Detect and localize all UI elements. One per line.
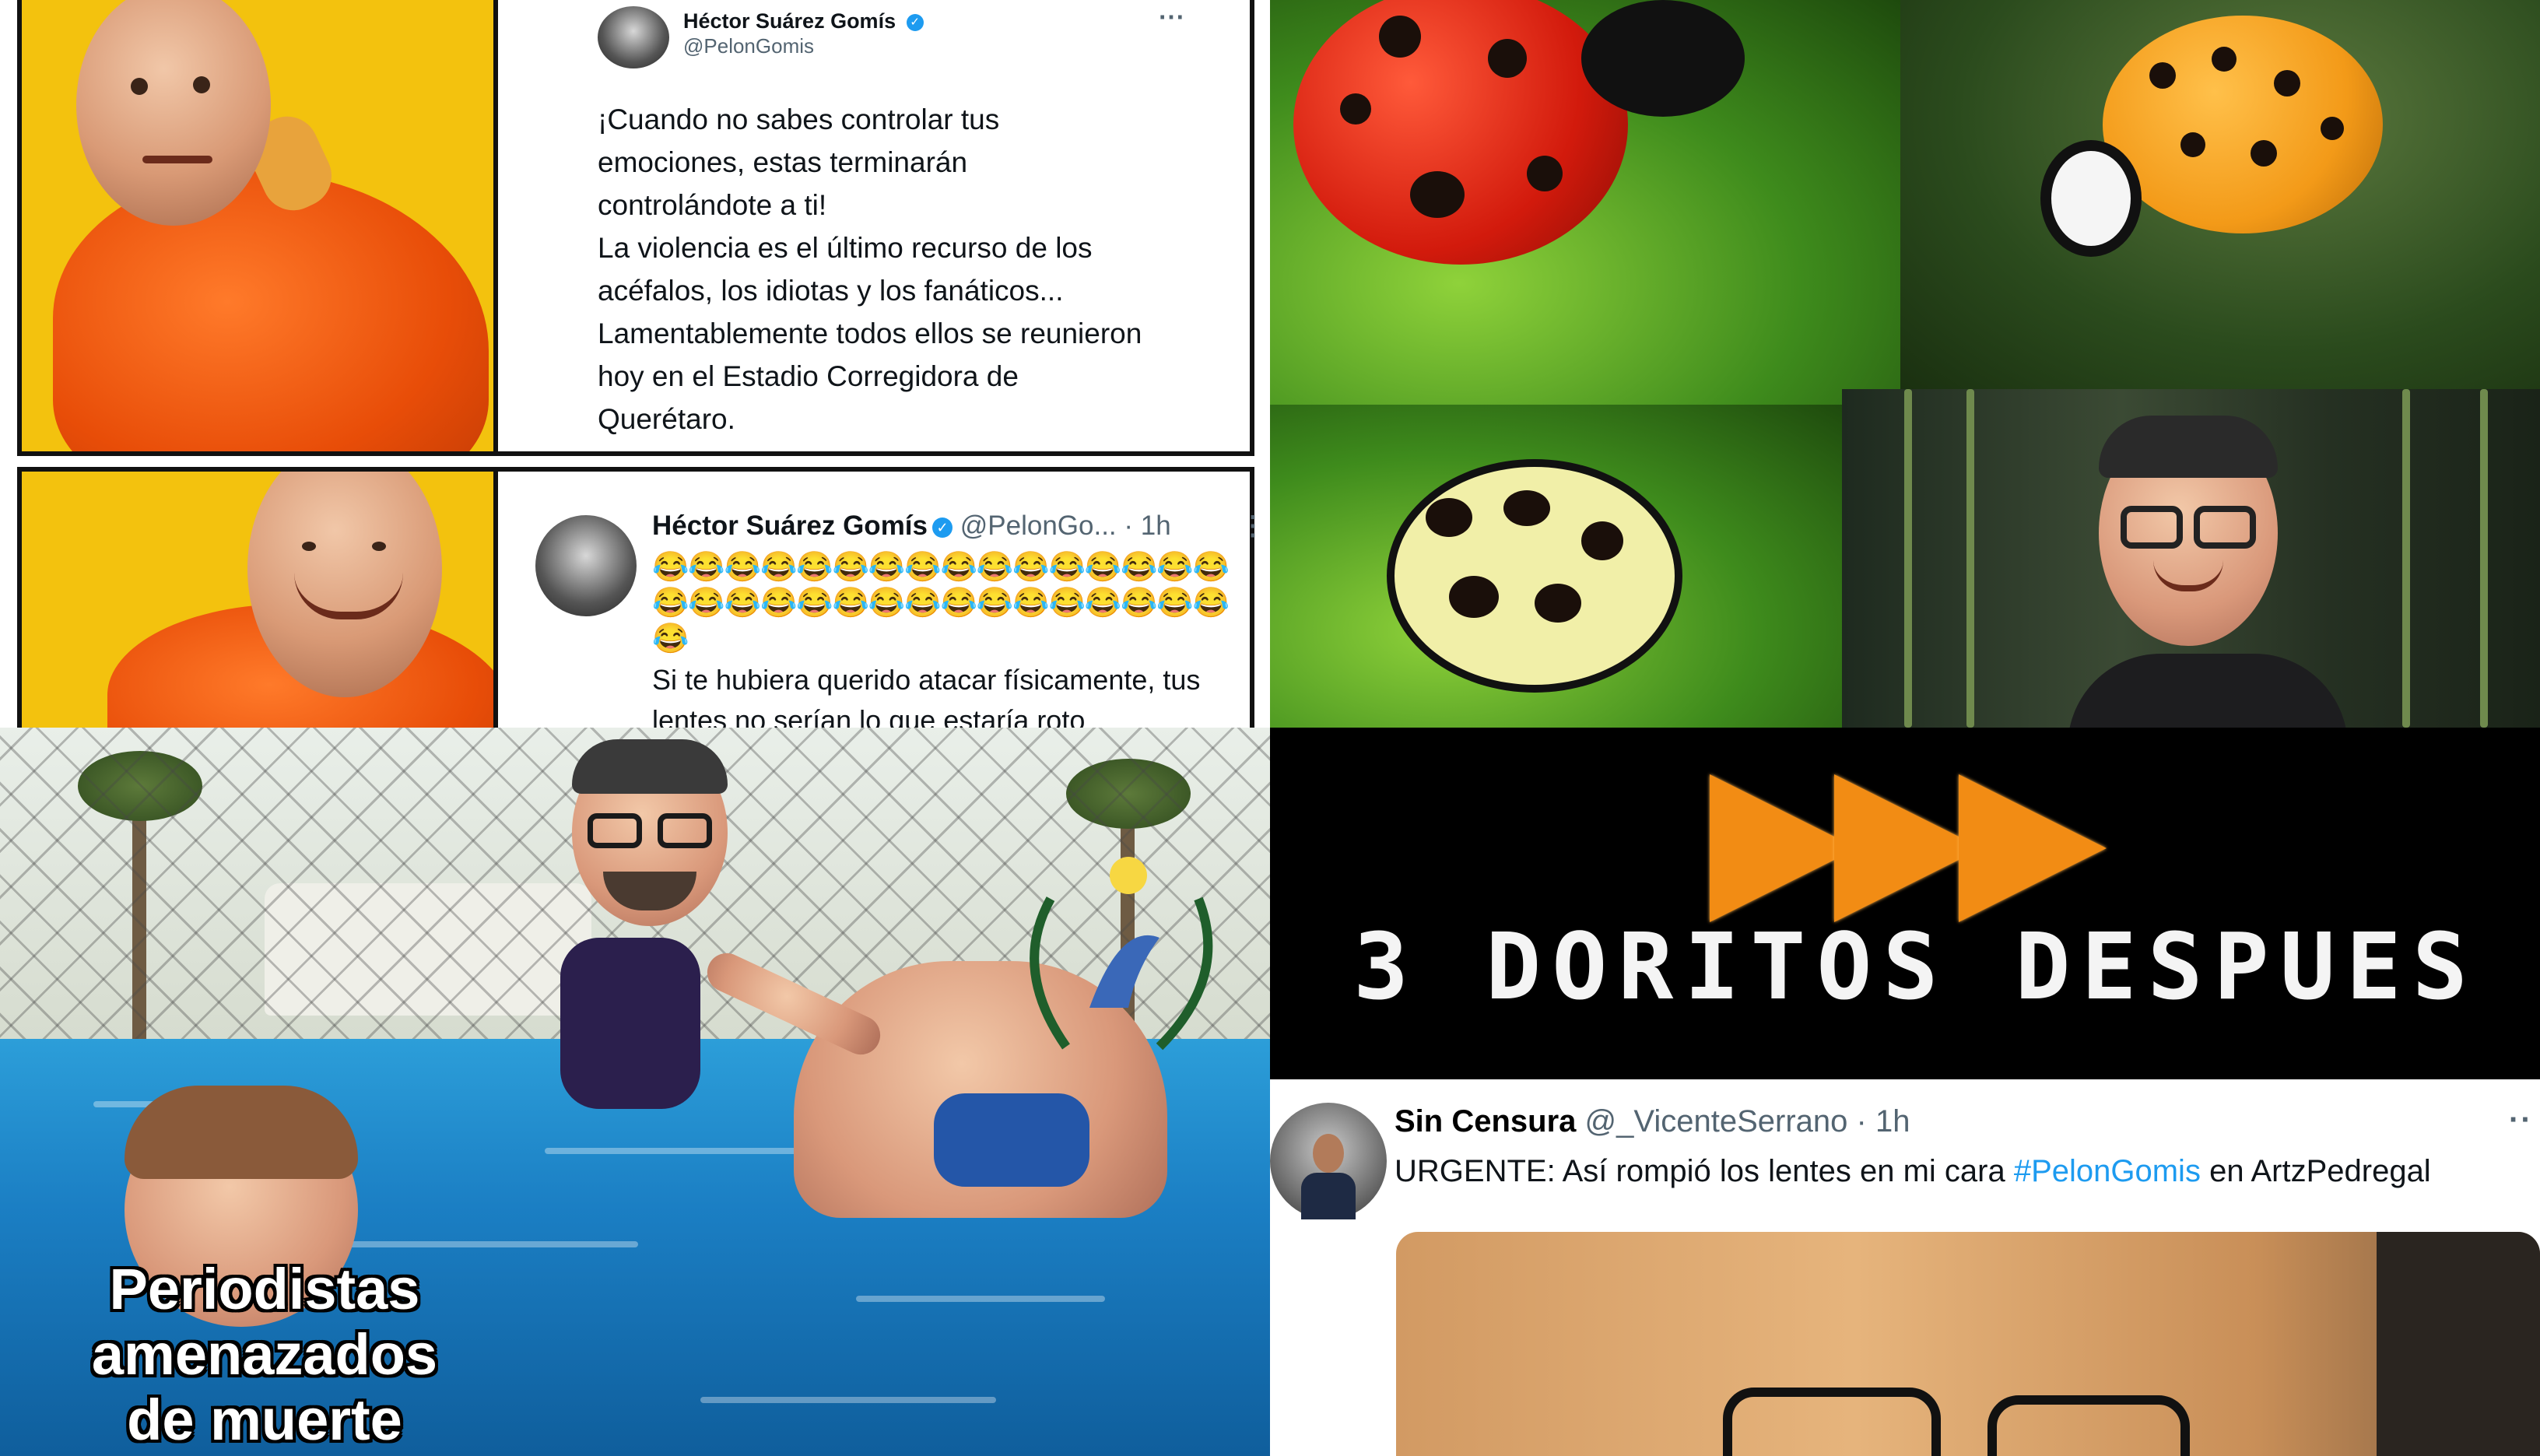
- broken-glasses: [1723, 1388, 1941, 1456]
- author-avatar[interactable]: [535, 515, 637, 616]
- author-avatar[interactable]: [1270, 1103, 1387, 1219]
- emoji-row: 😂😂😂😂😂😂😂😂😂😂😂😂😂😂😂😂: [652, 587, 1230, 619]
- ladybug-collage-panel: [1270, 0, 2540, 728]
- caption-line: de muerte: [127, 1388, 402, 1452]
- tweet-line: controlándote a ti!: [598, 189, 827, 221]
- author-handle[interactable]: @_VicenteSerrano: [1585, 1104, 1848, 1138]
- author-handle[interactable]: @PelonGomis: [683, 34, 814, 58]
- dorito-chip-icon: [1959, 774, 2107, 922]
- doritos-panel: 3 DORITOS DESPUES: [1270, 728, 2540, 1079]
- tweet-line: Lamentablemente todos ellos se reunieron: [598, 318, 1142, 349]
- tweet-line: hoy en el Estadio Corregidora de: [598, 360, 1019, 392]
- face-with-glasses: [572, 739, 728, 926]
- journalist-photo: [1842, 389, 2540, 728]
- tweet-time[interactable]: · 1h: [1124, 510, 1170, 541]
- more-options-icon[interactable]: ⋯: [1158, 2, 1186, 33]
- author-name[interactable]: Sin Censura: [1395, 1104, 1576, 1138]
- author-name[interactable]: Héctor Suárez Gomís: [683, 9, 896, 33]
- red-ladybug: [1293, 0, 1628, 265]
- tweet-time[interactable]: · 1h: [1857, 1104, 1910, 1138]
- caption-line: Periodistas: [109, 1257, 420, 1321]
- tweet-line: emociones, estas terminarán: [598, 146, 968, 178]
- drake-approve-image: [22, 472, 498, 728]
- verified-badge-icon: ✓: [906, 13, 924, 31]
- yellow-ladybug-photo: [1270, 405, 1846, 728]
- swimsuit: [934, 1093, 1089, 1187]
- drake-top-frame: Héctor Suárez Gomís ✓ @PelonGomis ⋯ ¡Cua…: [17, 0, 1254, 456]
- doritos-title: 3 DORITOS DESPUES: [1353, 913, 2479, 1020]
- verified-badge-icon: ✓: [932, 517, 952, 538]
- tweet-line: ¡Cuando no sabes controlar tus: [598, 103, 1000, 135]
- emoji-row: 😂: [652, 623, 689, 655]
- author-handle[interactable]: @PelonGo...: [960, 510, 1117, 541]
- yellow-ladybug: [1387, 459, 1682, 693]
- red-ladybug-photo: [1270, 0, 1900, 405]
- tweet-text: URGENTE: Así rompió los lentes en mi car…: [1395, 1154, 2431, 1188]
- tweet-line: La violencia es el último recurso de los: [598, 232, 1093, 264]
- tweet-line: Si te hubiera querido atacar físicamente…: [652, 664, 1201, 696]
- more-options-icon[interactable]: ⋮: [1240, 510, 1268, 542]
- orange-jacket: [53, 171, 489, 451]
- sin-censura-tweet-panel[interactable]: Sin Censura @_VicenteSerrano · 1h ·· URG…: [1270, 1079, 2540, 1456]
- hashtag-link[interactable]: #PelonGomis: [2014, 1154, 2201, 1188]
- broken-glasses-photo[interactable]: [1396, 1232, 2540, 1456]
- drake-meme-panel: Héctor Suárez Gomís ✓ @PelonGomis ⋯ ¡Cua…: [0, 0, 1270, 728]
- drake-bottom-frame: Héctor Suárez Gomís ✓ @PelonGo... · 1h ⋮ …: [17, 467, 1266, 728]
- pool-meme-panel: Periodistas amenazados de muerte: [0, 728, 1270, 1456]
- tweet-line: acéfalos, los idiotas y los fanáticos...: [598, 275, 1064, 307]
- orange-ladybug: [2103, 16, 2383, 233]
- tweet-text: ¡Cuando no sabes controlar tus emociones…: [598, 98, 1267, 440]
- caption-line: amenazados: [91, 1322, 438, 1387]
- orange-ladybug-photo: [1900, 0, 2540, 389]
- drake-reject-image: [22, 0, 498, 451]
- author-avatar[interactable]: [598, 6, 669, 68]
- man-with-glasses-head: [2099, 416, 2278, 646]
- child-swimsuit: [560, 938, 700, 1109]
- tweet-line: lentes no serían lo que estaría roto: [652, 704, 1086, 728]
- jacket: [2068, 654, 2348, 728]
- more-options-icon[interactable]: ··: [2509, 1103, 2533, 1138]
- emoji-row: 😂😂😂😂😂😂😂😂😂😂😂😂😂😂😂😂: [652, 551, 1230, 584]
- meme-caption: Periodistas amenazados de muerte: [62, 1257, 467, 1453]
- tweet-line: Querétaro.: [598, 403, 735, 435]
- tweet-text: 😂😂😂😂😂😂😂😂😂😂😂😂😂😂😂😂 😂😂😂😂😂😂😂😂😂😂😂😂😂😂😂😂 😂 Si t…: [652, 549, 1270, 728]
- olive-wreath-logo-icon: [1030, 857, 1213, 1051]
- author-name[interactable]: Héctor Suárez Gomís: [652, 510, 928, 541]
